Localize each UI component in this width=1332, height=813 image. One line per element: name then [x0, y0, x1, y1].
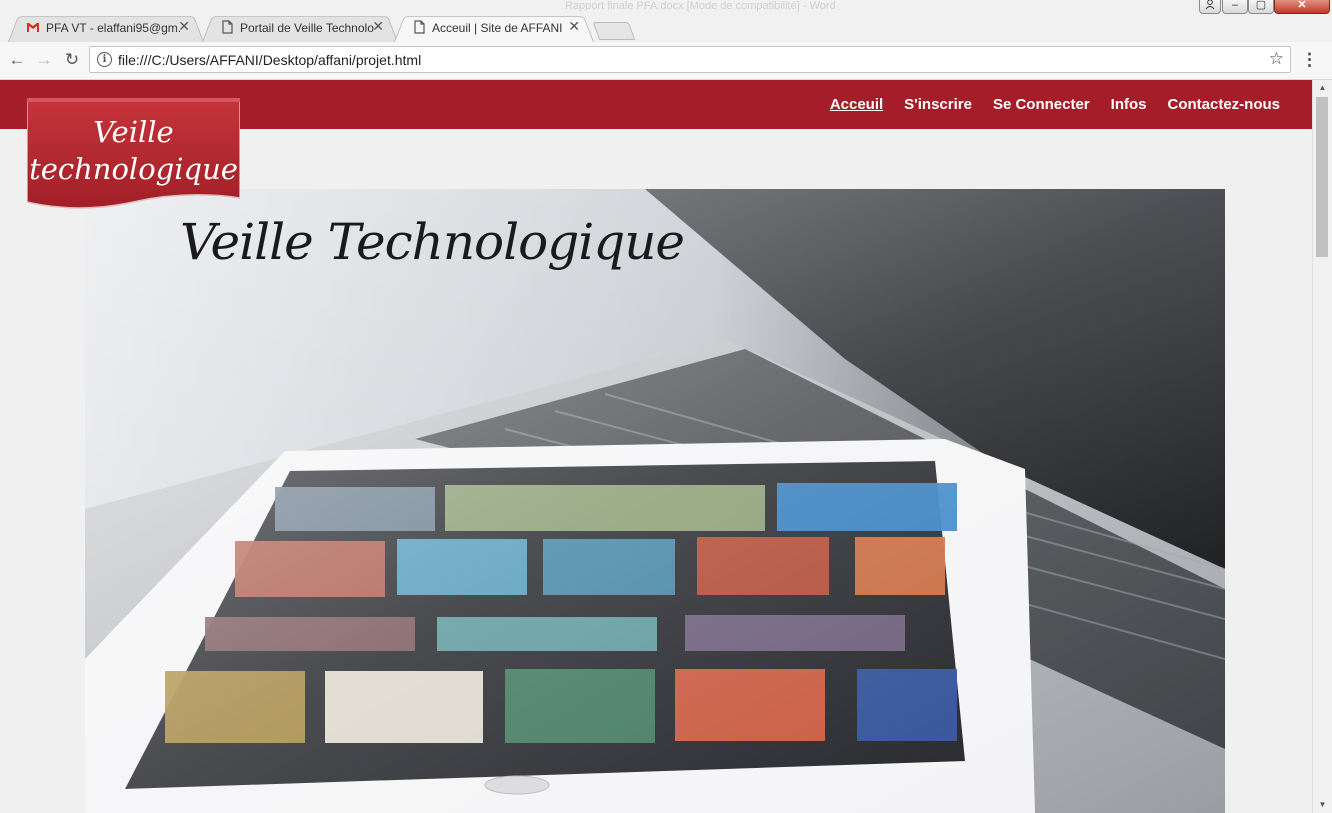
logo-text-line1: Veille	[93, 115, 174, 149]
browser-tab-strip: Rapport finale PFA.docx [Mode de compati…	[0, 0, 1332, 42]
site-logo[interactable]: Veille technologique	[27, 98, 240, 216]
nav-infos[interactable]: Infos	[1111, 96, 1147, 113]
page-icon	[222, 20, 233, 34]
gmail-icon	[27, 23, 39, 32]
tab-portail[interactable]: Portail de Veille Technolo... ✕	[202, 13, 398, 42]
tab-close-icon[interactable]: ✕	[372, 18, 384, 35]
nav-acceuil[interactable]: Acceuil	[830, 96, 883, 113]
close-window-button[interactable]: ✕	[1274, 0, 1330, 14]
back-arrow-icon[interactable]: ←	[7, 50, 27, 70]
user-profile-icon[interactable]	[1199, 0, 1221, 14]
page-viewport: Acceuil S'inscrire Se Connecter Infos Co…	[0, 80, 1312, 813]
background-window-title: Rapport finale PFA.docx [Mode de compati…	[565, 0, 836, 12]
tab-label: Portail de Veille Technolo...	[240, 21, 374, 35]
nav-contactez-nous[interactable]: Contactez-nous	[1168, 96, 1281, 113]
nav-sinscrire[interactable]: S'inscrire	[904, 96, 972, 113]
hero-title: Veille Technologique	[180, 213, 685, 271]
nav-se-connecter[interactable]: Se Connecter	[993, 96, 1090, 113]
bookmark-star-icon[interactable]: ☆	[1269, 49, 1284, 69]
maximize-button[interactable]: ▢	[1248, 0, 1274, 14]
scroll-down-arrow-icon[interactable]: ▼	[1313, 797, 1332, 813]
page-icon	[414, 20, 425, 34]
tab-label: PFA VT - elaffani95@gm...	[46, 21, 180, 35]
site-info-icon[interactable]: i	[97, 52, 112, 67]
tab-close-icon[interactable]: ✕	[178, 18, 190, 35]
reload-icon[interactable]: ↻	[62, 50, 82, 70]
minimize-button[interactable]: –	[1222, 0, 1248, 14]
tab-acceuil[interactable]: Acceuil | Site de AFFANI ✕	[394, 13, 594, 42]
scroll-up-arrow-icon[interactable]: ▲	[1313, 80, 1332, 96]
tablet-laptop-illustration	[85, 189, 1225, 813]
browser-toolbar: ← → ↻ i file:///C:/Users/AFFANI/Desktop/…	[0, 42, 1332, 80]
browser-menu-icon[interactable]: ⋮	[1301, 50, 1318, 70]
main-navigation: Acceuil S'inscrire Se Connecter Infos Co…	[830, 96, 1280, 113]
url-text[interactable]: file:///C:/Users/AFFANI/Desktop/affani/p…	[118, 52, 421, 68]
new-tab-button[interactable]	[592, 22, 636, 40]
tab-gmail[interactable]: PFA VT - elaffani95@gm... ✕	[8, 13, 204, 42]
forward-arrow-icon[interactable]: →	[34, 50, 54, 70]
tab-label: Acceuil | Site de AFFANI	[432, 21, 562, 35]
scrollbar-thumb[interactable]	[1316, 97, 1328, 257]
logo-text: Veille technologique	[27, 114, 240, 188]
hero-image: Veille Technologique	[85, 189, 1225, 813]
tab-close-icon[interactable]: ✕	[568, 18, 580, 35]
address-bar[interactable]: i file:///C:/Users/AFFANI/Desktop/affani…	[89, 46, 1291, 73]
vertical-scrollbar[interactable]: ▲ ▼	[1312, 80, 1332, 813]
logo-text-line2: technologique	[29, 152, 238, 186]
